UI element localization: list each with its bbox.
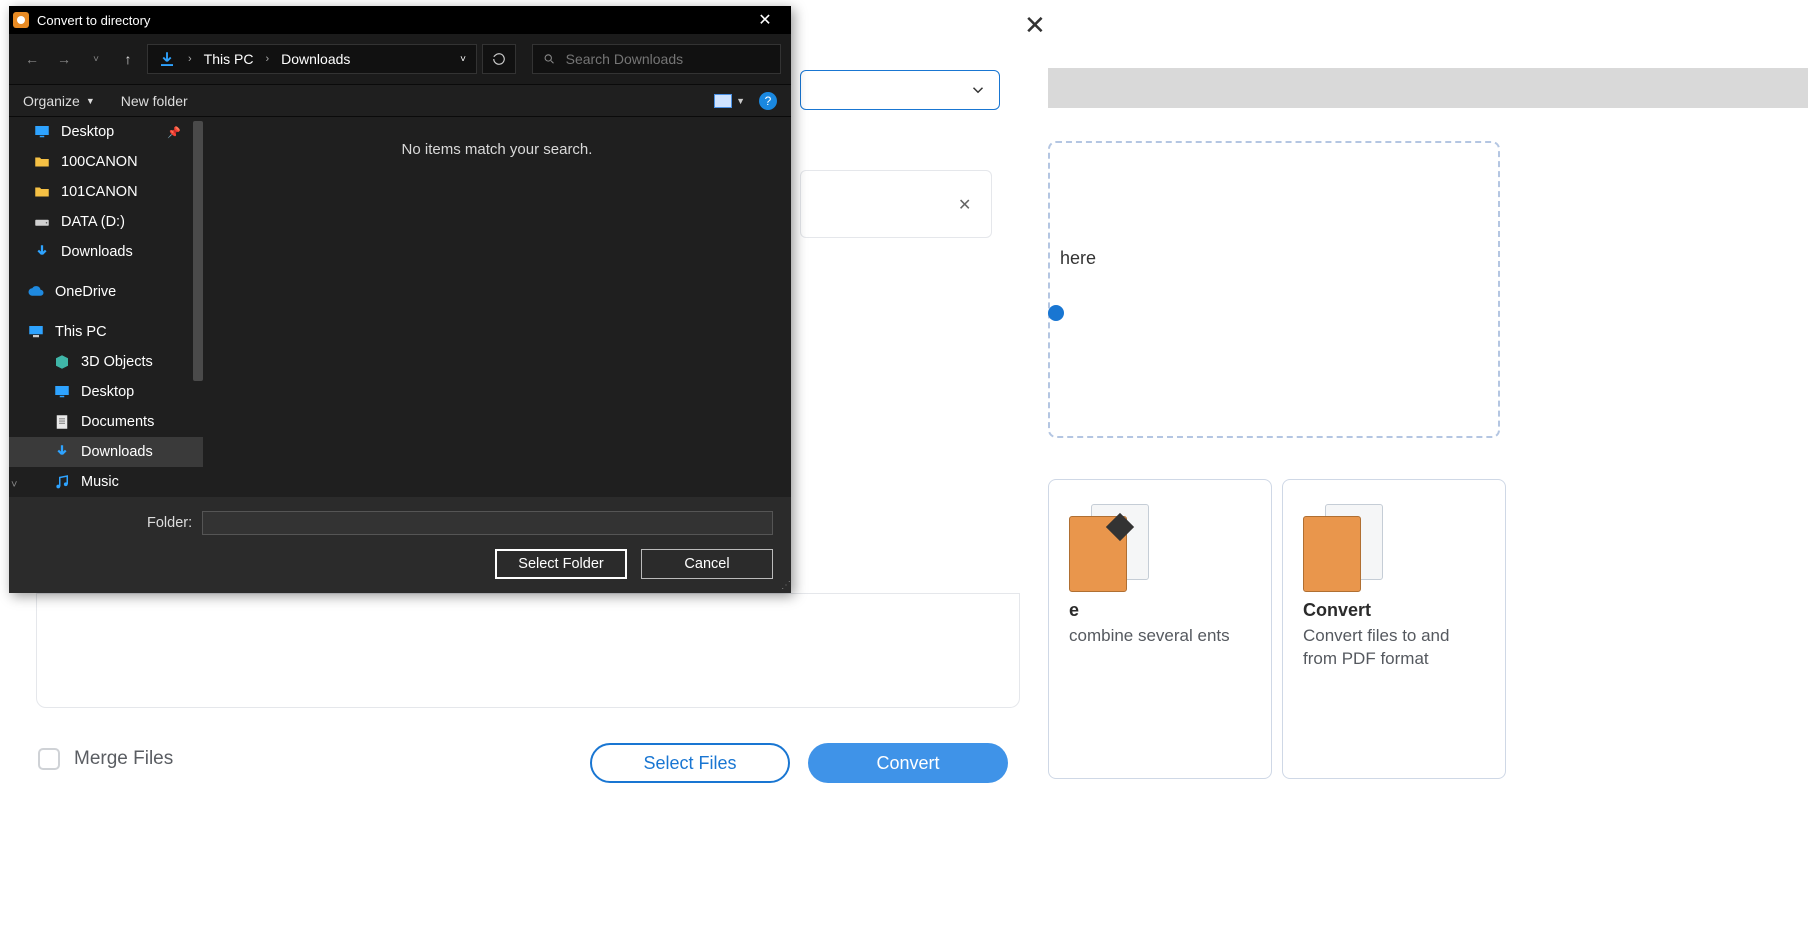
file-chip: ✕ [800, 170, 992, 238]
overlay-close-icon[interactable]: ✕ [1024, 10, 1046, 41]
cancel-button[interactable]: Cancel [641, 549, 773, 579]
nav-recent-icon[interactable]: ˅ [83, 46, 109, 72]
tree-item-desktop-qa[interactable]: Desktop 📌 [9, 117, 203, 147]
cloud-icon [27, 283, 45, 301]
drop-zone-text: here [1060, 248, 1096, 269]
nav-back-icon[interactable]: ← [19, 46, 45, 72]
drop-zone[interactable] [1048, 141, 1500, 438]
modal-body [36, 593, 1020, 708]
view-button[interactable]: ▼ [714, 94, 745, 108]
search-input[interactable] [566, 51, 770, 67]
file-dialog: Convert to directory ✕ ← → ˅ ↑ › This PC… [9, 6, 791, 593]
down-icon [33, 243, 51, 261]
tree-item-onedrive[interactable]: OneDrive [9, 277, 203, 307]
card-convert-title: Convert [1303, 600, 1485, 621]
tree-item-101canon[interactable]: 101CANON [9, 177, 203, 207]
tree-scrollbar[interactable] [193, 121, 203, 381]
tree-item-data-d[interactable]: DATA (D:) [9, 207, 203, 237]
tree-item-music[interactable]: Music [9, 467, 203, 497]
tree-item-label: This PC [55, 324, 107, 340]
file-list[interactable]: No items match your search. [203, 117, 791, 497]
tree-item-label: OneDrive [55, 284, 116, 300]
nav-tree[interactable]: Desktop 📌 100CANON 101CANON DATA (D:) Downloa… [9, 117, 203, 497]
convert-button[interactable]: Convert [808, 743, 1008, 783]
tree-item-label: Desktop [81, 384, 134, 400]
crumb-chevron-icon[interactable]: ˅ [460, 54, 466, 65]
down-icon [53, 443, 71, 461]
folder-label: Folder: [147, 515, 192, 531]
tree-expand-icon[interactable]: ˅ [11, 479, 17, 491]
bg-greybar [1048, 68, 1808, 108]
dialog-title: Convert to directory [37, 13, 735, 28]
tree-item-label: Downloads [81, 444, 153, 460]
refresh-icon[interactable] [482, 44, 516, 74]
crumb-loc[interactable]: Downloads [281, 51, 350, 67]
tree-item-documents[interactable]: Documents [9, 407, 203, 437]
empty-message: No items match your search. [203, 141, 791, 158]
select-folder-button[interactable]: Select Folder [495, 549, 627, 579]
tree-item-downloads-qa[interactable]: Downloads [9, 237, 203, 267]
card-convert[interactable]: Convert Convert files to and from PDF fo… [1282, 479, 1506, 779]
breadcrumb[interactable]: › This PC › Downloads ˅ [147, 44, 477, 74]
tree-item-label: 100CANON [61, 154, 138, 170]
tree-item-label: Desktop [61, 124, 114, 140]
folder-icon [33, 183, 51, 201]
merge-label: Merge Files [74, 748, 173, 770]
merge-checkbox[interactable] [38, 748, 60, 770]
format-dropdown[interactable] [800, 70, 1000, 110]
music-icon [53, 473, 71, 491]
doc-icon [53, 413, 71, 431]
card-merge-title: e [1069, 600, 1251, 621]
search-box[interactable] [532, 44, 781, 74]
tree-item-label: DATA (D:) [61, 214, 125, 230]
chevron-down-icon [969, 81, 987, 99]
tree-item-downloads[interactable]: Downloads [9, 437, 203, 467]
merge-files-row[interactable]: Merge Files [38, 748, 173, 770]
new-folder-button[interactable]: New folder [121, 93, 188, 109]
tree-item-label: 3D Objects [81, 354, 153, 370]
tree-item-label: Music [81, 474, 119, 490]
dialog-footer: Folder: Select Folder Cancel ⋰ [9, 497, 791, 593]
card-convert-desc: Convert files to and from PDF format [1303, 625, 1485, 671]
nav-forward-icon[interactable]: → [51, 46, 77, 72]
help-icon[interactable]: ? [759, 92, 777, 110]
tree-item-label: 101CANON [61, 184, 138, 200]
organize-menu[interactable]: Organize▼ [23, 93, 95, 109]
card-merge-desc: combine several ents [1069, 625, 1251, 648]
monitor-icon [53, 383, 71, 401]
tree-item-desktop2[interactable]: Desktop [9, 377, 203, 407]
tree-item-thispc[interactable]: This PC [9, 317, 203, 347]
download-icon [158, 50, 176, 68]
card-merge[interactable]: e combine several ents [1048, 479, 1272, 779]
select-files-button[interactable]: Select Files [590, 743, 790, 783]
dialog-close-icon[interactable]: ✕ [743, 6, 787, 34]
view-icon [714, 94, 732, 108]
monitor-icon [33, 123, 51, 141]
nav-up-icon[interactable]: ↑ [115, 46, 141, 72]
tree-item-3dobj[interactable]: 3D Objects [9, 347, 203, 377]
drive-icon [33, 213, 51, 231]
pin-icon: 📌 [167, 126, 181, 139]
resize-grip-icon[interactable]: ⋰ [781, 580, 789, 591]
drop-zone-dot [1048, 305, 1064, 321]
folder-icon [33, 153, 51, 171]
toolbar: Organize▼ New folder ▼ ? [9, 84, 791, 117]
chip-remove-icon[interactable]: ✕ [958, 195, 976, 213]
folder-input[interactable] [202, 511, 773, 535]
tree-item-label: Downloads [61, 244, 133, 260]
app-icon [13, 12, 29, 28]
crumb-root[interactable]: This PC [204, 51, 254, 67]
cube-icon [53, 353, 71, 371]
pc-icon [27, 323, 45, 341]
tree-item-label: Documents [81, 414, 154, 430]
dialog-titlebar[interactable]: Convert to directory ✕ [9, 6, 791, 34]
search-icon [543, 52, 556, 66]
nav-bar: ← → ˅ ↑ › This PC › Downloads ˅ [9, 34, 791, 84]
tree-item-100canon[interactable]: 100CANON [9, 147, 203, 177]
